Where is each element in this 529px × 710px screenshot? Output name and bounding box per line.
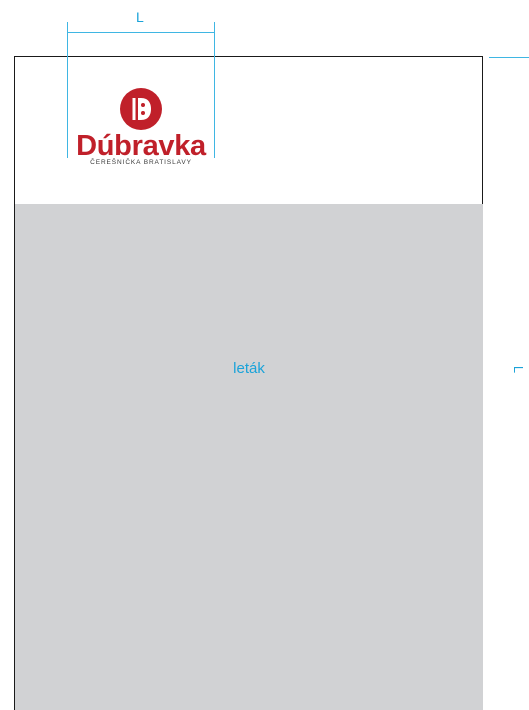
dubravka-logo-mark-icon: [120, 88, 162, 130]
flyer-label: leták: [233, 360, 265, 377]
side-dimension-label: L: [511, 365, 527, 374]
flyer-area: leták: [15, 204, 483, 710]
logo-brand-name: Dúbravka: [76, 130, 206, 162]
layout-diagram: leták L L Dúbravka ČEREŠNIČKA BRATISLAVY: [0, 0, 529, 710]
width-dimension-line: [67, 32, 215, 33]
dubravka-logo: Dúbravka ČEREŠNIČKA BRATISLAVY: [66, 87, 216, 166]
width-dimension-label: L: [136, 9, 144, 25]
side-dimension-line: [489, 57, 529, 58]
